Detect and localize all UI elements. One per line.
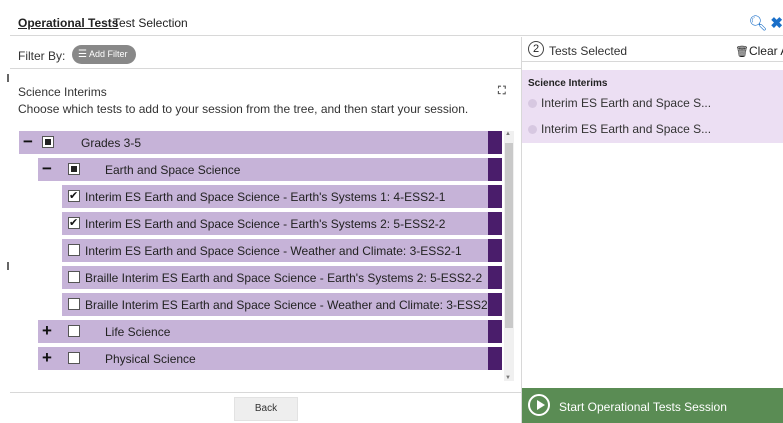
selected-header: 2 Tests Selected 🗑︎Clear A [522,37,783,62]
filter-bar: Filter By: ☰ Add Filter [10,37,522,69]
tree-checkbox[interactable] [42,136,54,148]
tree-row[interactable]: Interim ES Earth and Space Science - Wea… [62,239,502,262]
expand-toggle-icon[interactable]: + [40,322,54,340]
scroll-up-icon[interactable]: ▲ [505,131,511,137]
tree-row-label: Braille Interim ES Earth and Space Scien… [85,298,499,312]
section-description: Choose which tests to add to your sessio… [18,102,469,116]
selected-item[interactable]: Interim ES Earth and Space S... [528,96,711,110]
scrollbar-thumb[interactable] [505,143,513,328]
clear-all-label: Clear A [748,44,783,58]
selected-list: Science Interims Interim ES Earth and Sp… [522,70,783,143]
selected-item[interactable]: Interim ES Earth and Space S... [528,122,711,136]
collapse-toggle-icon[interactable]: − [40,160,54,178]
header-icons: 🔍︎ ✖ [748,14,783,32]
tree-row-label: Grades 3-5 [81,136,142,150]
remove-icon[interactable] [528,125,537,134]
tree-row[interactable]: + Physical Science [38,347,502,370]
tree-checkbox[interactable] [68,298,80,310]
search-icon[interactable]: 🔍︎ [748,15,767,32]
section-title: Science Interims [18,85,107,99]
tree-checkbox[interactable] [68,271,80,283]
filter-icon: ☰ [78,49,87,60]
row-endcap [488,131,502,154]
add-filter-button[interactable]: ☰ Add Filter [72,45,136,64]
add-filter-label: Add Filter [88,49,128,59]
remove-icon[interactable] [528,99,537,108]
page-title[interactable]: Operational Tests [18,16,118,30]
selected-tests-pane: 2 Tests Selected 🗑︎Clear A Science Inter… [522,37,783,392]
tree-row-label: Interim ES Earth and Space Science - Ear… [85,190,446,204]
edge-mark [7,262,9,270]
row-endcap [488,158,502,181]
test-tree-pane: Science Interims Choose which tests to a… [10,69,522,392]
selected-label: Tests Selected [549,44,628,58]
left-edge [0,0,10,423]
tree-row[interactable]: − Grades 3-5 [19,131,502,154]
row-endcap [488,347,502,370]
tree-row[interactable]: Braille Interim ES Earth and Space Scien… [62,266,502,289]
tree-row-label: Interim ES Earth and Space Science - Wea… [85,244,462,258]
tree-row[interactable]: − Earth and Space Science [38,158,502,181]
tree-row-label: Braille Interim ES Earth and Space Scien… [85,271,483,285]
selected-count-badge: 2 [528,41,544,57]
collapse-toggle-icon[interactable]: − [21,133,35,151]
tree-checkbox[interactable] [68,189,80,202]
row-endcap [488,293,502,316]
selected-item-label: Interim ES Earth and Space S... [541,122,712,136]
row-endcap [488,320,502,343]
tree-checkbox[interactable] [68,163,80,175]
tree-row-label: Interim ES Earth and Space Science - Ear… [85,217,446,231]
tree-row-label: Life Science [105,325,171,339]
tree-row[interactable]: + Life Science [38,320,502,343]
row-endcap [488,239,502,262]
tree-checkbox[interactable] [68,216,80,229]
tree-checkbox[interactable] [68,244,80,256]
back-button[interactable]: Back [234,397,298,421]
tree-row[interactable]: Interim ES Earth and Space Science - Ear… [62,212,502,235]
row-endcap [488,185,502,208]
tree-row[interactable]: Braille Interim ES Earth and Space Scien… [62,293,502,316]
edge-mark [7,74,9,82]
tree-checkbox[interactable] [68,325,80,337]
trash-icon: 🗑︎ [735,46,749,58]
row-endcap [488,266,502,289]
row-endcap [488,212,502,235]
play-icon [528,394,550,416]
selected-item-label: Interim ES Earth and Space S... [541,96,712,110]
tree-checkbox[interactable] [68,352,80,364]
tree-row-label: Earth and Space Science [105,163,241,177]
start-session-button[interactable]: Start Operational Tests Session [522,388,783,423]
page-subtitle: Test Selection [113,16,188,30]
expand-toggle-icon[interactable]: + [40,349,54,367]
selected-group-title: Science Interims [528,78,608,89]
filter-label: Filter By: [18,49,66,63]
close-icon[interactable]: ✖ [770,15,783,32]
expand-icon[interactable]: ⛶ [498,85,506,98]
title-bar: Operational Tests Test Selection 🔍︎ ✖ [10,8,783,36]
tree-scrollbar[interactable]: ▲ ▼ [504,131,514,381]
scroll-down-icon[interactable]: ▼ [505,375,511,381]
test-selection-dialog: Operational Tests Test Selection 🔍︎ ✖ Fil… [10,0,783,423]
test-tree: − Grades 3-5 − Earth and Space Science Inter… [19,131,502,381]
footer-left: Back [10,392,522,423]
tree-row[interactable]: Interim ES Earth and Space Science - Ear… [62,185,502,208]
tree-row-label: Physical Science [105,352,196,366]
clear-all-button[interactable]: 🗑︎Clear A [735,44,783,58]
start-session-label: Start Operational Tests Session [559,400,727,414]
